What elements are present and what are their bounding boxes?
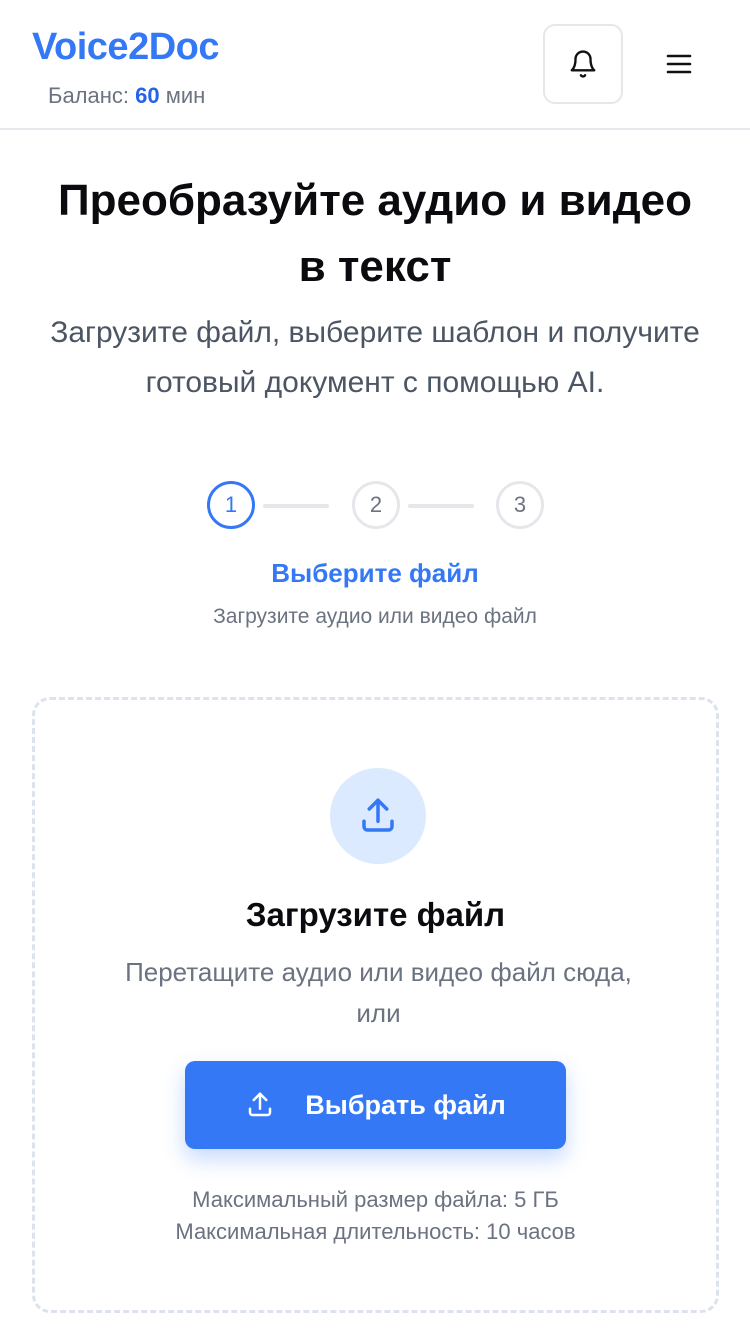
- upload-limits: Максимальный размер файла: 5 ГБ Максимал…: [35, 1184, 716, 1248]
- app-logo[interactable]: Voice2Doc: [32, 26, 219, 69]
- progress-stepper: 1 2 3: [207, 481, 547, 531]
- step-connector-1: [263, 504, 329, 508]
- step-2[interactable]: 2: [352, 481, 400, 529]
- notifications-button[interactable]: [543, 24, 623, 104]
- upload-icon: [249, 1092, 272, 1117]
- current-step-title: Выберите файл: [271, 558, 479, 588]
- page-title: Преобразуйте аудио и видео в текст: [0, 168, 750, 300]
- dropzone-description-line-2: или: [356, 998, 401, 1028]
- current-step-description: Загрузите аудио или видео файл: [213, 605, 537, 628]
- page-subtitle: Загрузите файл, выберите шаблон и получи…: [30, 308, 720, 408]
- app-header: Voice2Doc Баланс: 60 мин: [0, 0, 750, 130]
- upload-icon-circle: [330, 768, 426, 864]
- upload-icon: [362, 798, 394, 832]
- dropzone-title: Загрузите файл: [245, 896, 506, 933]
- balance-value: 60: [135, 83, 160, 108]
- page-subtitle-line-1: Загрузите файл, выберите шаблон и получи…: [50, 316, 700, 349]
- bell-icon: [570, 50, 596, 78]
- step-1[interactable]: 1: [207, 481, 255, 529]
- max-file-size: Максимальный размер файла: 5 ГБ: [192, 1187, 559, 1212]
- page-title-line-1: Преобразуйте аудио и видео: [57, 176, 693, 225]
- hamburger-menu-icon: [666, 54, 692, 74]
- balance-unit: мин: [165, 83, 206, 108]
- menu-button[interactable]: [650, 36, 708, 92]
- step-connector-2: [408, 504, 474, 508]
- max-duration: Максимальная длительность: 10 часов: [175, 1219, 576, 1244]
- choose-file-button-label: Выбрать файл: [305, 1089, 506, 1120]
- file-dropzone[interactable]: Загрузите файл Перетащите аудио или виде…: [32, 697, 719, 1313]
- step-3[interactable]: 3: [496, 481, 544, 529]
- balance-indicator: Баланс: 60 мин: [48, 83, 205, 109]
- dropzone-description-line-1: Перетащите аудио или видео файл сюда,: [125, 957, 632, 987]
- choose-file-button[interactable]: Выбрать файл: [185, 1061, 566, 1149]
- balance-label: Баланс:: [48, 83, 130, 108]
- dropzone-description: Перетащите аудио или видео файл сюда, ил…: [75, 952, 682, 1034]
- page-title-line-2: в текст: [298, 242, 452, 291]
- page-subtitle-line-2: готовый документ с помощью AI.: [145, 366, 605, 399]
